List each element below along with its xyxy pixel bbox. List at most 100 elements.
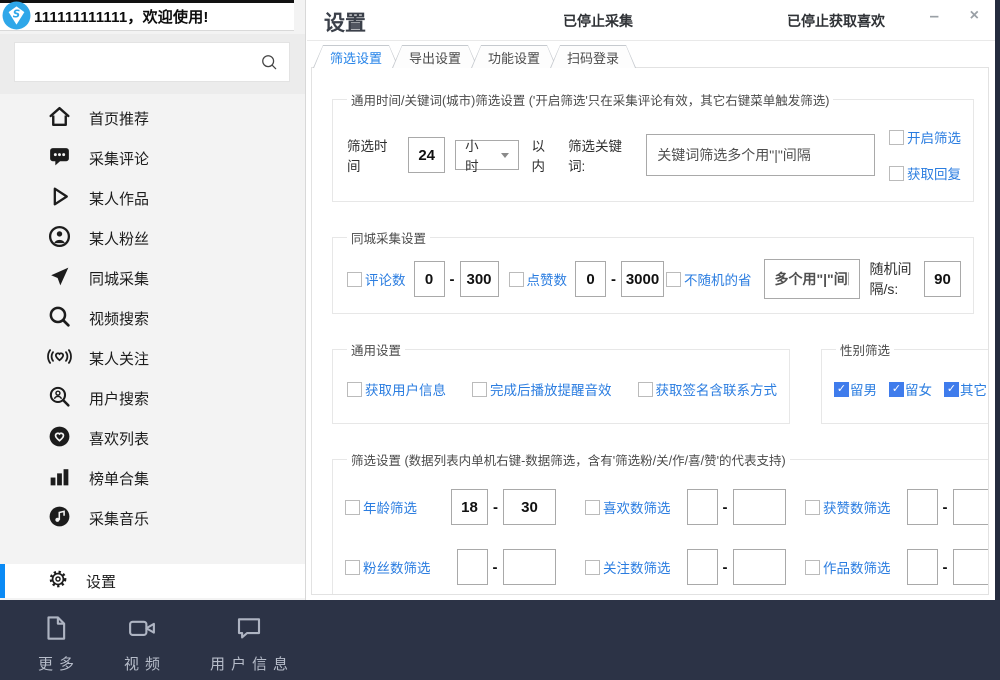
get-userinfo-label: 获取用户信息 <box>365 379 446 399</box>
sidebar-item-collect-comments[interactable]: 采集评论 <box>0 138 305 178</box>
follow-filter-checkbox[interactable] <box>585 560 600 575</box>
comment-max-input[interactable] <box>460 261 499 297</box>
like-filter-min-input[interactable] <box>687 489 718 525</box>
search-icon[interactable] <box>259 52 279 72</box>
keyword-input[interactable] <box>646 134 875 176</box>
page-title: 设置 <box>324 7 366 37</box>
get-reply-checkbox[interactable] <box>889 166 904 181</box>
signature-contact-checkbox[interactable] <box>638 382 653 397</box>
enable-filter-checkbox[interactable] <box>889 130 904 145</box>
sidebar-item-user-works[interactable]: 某人作品 <box>0 178 305 218</box>
filter-time-label: 筛选时间 <box>347 135 400 175</box>
age-max-input[interactable] <box>503 489 556 525</box>
non-random-province-checkbox[interactable] <box>666 272 681 287</box>
user-search-icon <box>47 384 72 413</box>
settings-tabbar: 筛选设置 导出设置 功能设置 扫码登录 <box>313 45 636 68</box>
comment-count-checkbox[interactable] <box>347 272 362 287</box>
svg-text:S: S <box>13 8 20 20</box>
sidebar-item-home-recommend[interactable]: 首页推荐 <box>0 98 305 138</box>
praise-filter-max-input[interactable] <box>953 489 990 525</box>
keep-other-checkbox[interactable]: ✓ <box>944 382 959 397</box>
sidebar-item-like-list[interactable]: 喜欢列表 <box>0 418 305 458</box>
group-legend: 通用时间/关键词(城市)筛选设置 ('开启筛选'只在采集评论有效，其它右键菜单触… <box>347 90 833 109</box>
get-userinfo-checkbox[interactable] <box>347 382 362 397</box>
works-filter-min-input[interactable] <box>907 549 938 585</box>
bottombar-item-label: 视频 <box>118 653 166 674</box>
keep-female-checkbox[interactable]: ✓ <box>889 382 904 397</box>
location-arrow-icon <box>47 264 72 293</box>
follow-filter-max-input[interactable] <box>733 549 786 585</box>
sidebar-item-label: 喜欢列表 <box>89 428 149 449</box>
keep-other-label: 其它 <box>960 379 987 399</box>
like-min-input[interactable] <box>575 261 606 297</box>
bottombar-item-more[interactable]: 更多 <box>32 613 80 674</box>
main-header: 设置 已停止采集 已停止获取喜欢 – × <box>307 0 995 41</box>
sidebar-item-rank-collection[interactable]: 榜单合集 <box>0 458 305 498</box>
data-filter-group: 筛选设置 (数据列表内单机右键-数据筛选，含有'筛选粉/关/作/喜/赞'的代表支… <box>332 450 989 595</box>
tab-function-settings[interactable]: 功能设置 <box>471 45 557 68</box>
fans-filter-checkbox[interactable] <box>345 560 360 575</box>
province-list-input[interactable] <box>764 259 860 299</box>
fans-filter-label: 粉丝数筛选 <box>363 557 431 577</box>
minimize-button[interactable]: – <box>930 6 939 26</box>
bottombar-item-video[interactable]: 视频 <box>118 613 166 674</box>
age-filter-checkbox[interactable] <box>345 500 360 515</box>
sidebar-item-user-fans[interactable]: 某人粉丝 <box>0 218 305 258</box>
group-legend: 筛选设置 (数据列表内单机右键-数据筛选，含有'筛选粉/关/作/喜/赞'的代表支… <box>347 450 790 469</box>
sidebar-search-area <box>0 34 305 94</box>
praise-filter-min-input[interactable] <box>907 489 938 525</box>
filter-time-input[interactable] <box>408 137 445 173</box>
time-unit-select[interactable]: 小时 <box>455 140 519 170</box>
general-settings-group: 通用设置 获取用户信息 完成后播放提醒音效 获取签名含联系方式 <box>332 340 790 424</box>
sidebar-menu: 首页推荐 采集评论 某人作品 某人粉丝 同城采集 视频搜索 <box>0 98 305 538</box>
random-interval-input[interactable] <box>924 261 961 297</box>
sidebar-item-user-follows[interactable]: 某人关注 <box>0 338 305 378</box>
sidebar-item-label: 首页推荐 <box>89 108 149 129</box>
tab-qr-login[interactable]: 扫码登录 <box>550 45 636 68</box>
follow-filter-min-input[interactable] <box>687 549 718 585</box>
home-icon <box>47 104 72 133</box>
search-input[interactable] <box>25 54 259 70</box>
welcome-bar: 111111111111，欢迎使用! <box>0 0 294 31</box>
range-dash: - <box>723 499 728 516</box>
sidebar-item-video-search[interactable]: 视频搜索 <box>0 298 305 338</box>
music-circle-icon <box>47 504 72 533</box>
like-filter-checkbox[interactable] <box>585 500 600 515</box>
range-dash: - <box>493 499 498 516</box>
like-filter-max-input[interactable] <box>733 489 786 525</box>
sidebar-item-user-search[interactable]: 用户搜索 <box>0 378 305 418</box>
time-unit-value: 小时 <box>465 135 491 175</box>
keyword-label: 筛选关键词: <box>568 135 638 175</box>
like-max-input[interactable] <box>621 261 664 297</box>
sidebar-item-collect-music[interactable]: 采集音乐 <box>0 498 305 538</box>
video-icon <box>127 613 157 648</box>
like-count-checkbox[interactable] <box>509 272 524 287</box>
tab-export-settings[interactable]: 导出设置 <box>392 45 478 68</box>
comment-min-input[interactable] <box>414 261 445 297</box>
works-filter-max-input[interactable] <box>953 549 990 585</box>
tab-filter-settings[interactable]: 筛选设置 <box>313 45 399 68</box>
praise-filter-checkbox[interactable] <box>805 500 820 515</box>
bar-chart-icon <box>47 464 72 493</box>
app-window: S 111111111111，欢迎使用! 首页推荐 采集评论 <box>0 0 1000 680</box>
bottombar-item-userinfo[interactable]: 用户信息 <box>204 613 294 674</box>
works-filter-checkbox[interactable] <box>805 560 820 575</box>
within-label: 以内 <box>531 135 558 175</box>
age-min-input[interactable] <box>451 489 488 525</box>
fans-filter-max-input[interactable] <box>503 549 556 585</box>
keep-male-checkbox[interactable]: ✓ <box>834 382 849 397</box>
close-button[interactable]: × <box>970 7 979 25</box>
sidebar-item-settings[interactable]: 设置 <box>0 564 305 598</box>
tab-content: 通用时间/关键词(城市)筛选设置 ('开启筛选'只在采集评论有效，其它右键菜单触… <box>311 67 989 595</box>
play-sound-checkbox[interactable] <box>472 382 487 397</box>
fans-filter-min-input[interactable] <box>457 549 488 585</box>
broadcast-heart-icon <box>47 344 72 373</box>
group-legend: 性别筛选 <box>836 340 894 359</box>
follow-filter-label: 关注数筛选 <box>603 557 671 577</box>
bottombar-item-label: 用户信息 <box>204 653 294 674</box>
sidebar-item-label: 用户搜索 <box>89 388 149 409</box>
search-box[interactable] <box>14 42 290 82</box>
like-count-label: 点赞数 <box>527 269 568 289</box>
comment-icon <box>47 144 72 173</box>
sidebar-item-city-collect[interactable]: 同城采集 <box>0 258 305 298</box>
